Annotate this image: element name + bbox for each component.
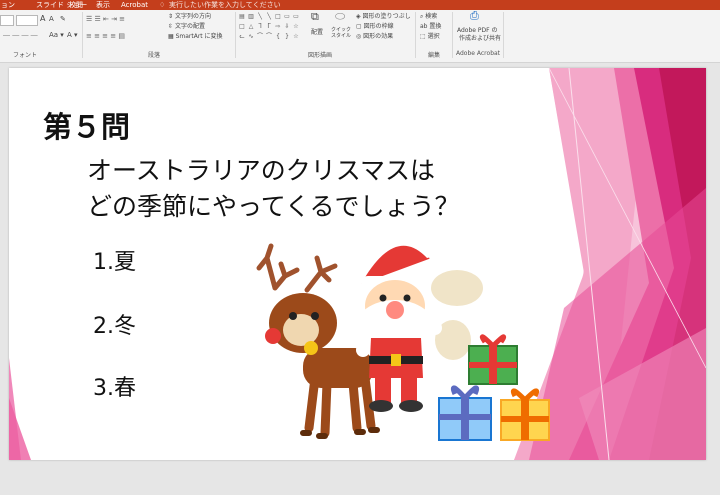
brace-shape-icon: } [285,33,289,40]
textbox-shape-icon: ▤ [239,13,245,20]
arrange-button[interactable]: 配置 [311,29,323,37]
freeform-shape-icon: ∿ [248,33,254,40]
tab-acrobat[interactable]: Acrobat [121,0,148,10]
rectangle-shape-icon: □ [275,13,281,20]
answer-option-3[interactable]: 3.春 [93,370,136,402]
green-gift-icon [468,334,518,385]
arrow-shape-icon: ⇩ [284,23,290,30]
list-buttons-row[interactable]: ☰ ☰ ⇤ ⇥ ≡ [86,15,125,23]
find-button[interactable]: ⌕ 検索 [420,13,437,21]
status-bar [0,462,720,495]
create-pdf-button-line2[interactable]: 作成および共有 [459,35,501,43]
create-pdf-button[interactable]: Adobe PDF の [457,27,497,35]
textbox-vertical-icon: ▥ [248,13,254,20]
slide-editor: 第５問 オーストラリアのクリスマスは どの季節にやってくるでしょう？ 1.夏 2… [0,63,720,495]
answer-option-2[interactable]: 2.冬 [93,308,136,340]
font-name-box[interactable] [0,15,14,26]
question-text-line1[interactable]: オーストラリアのクリスマスは [87,151,435,187]
group-label-drawing: 図形描画 [308,52,333,59]
ribbon: A A ✎ ― ― ― ― Aa ▾ A ▾ フォント ☰ ☰ ⇤ ⇥ ≡ ≡ … [0,10,720,63]
arc-shape-icon: ⌒ [256,33,263,40]
arrange-icon[interactable]: ⧉ [311,11,319,22]
group-label-editing: 編集 [428,52,441,59]
blue-gift-icon [438,385,492,441]
arc-shape-icon: ⌒ [265,33,272,40]
group-separator [452,12,453,58]
smartart-button[interactable]: ▦ SmartArt に変換 [168,33,223,41]
char-spacing-icon[interactable]: Aa ▾ [49,31,64,39]
star-shape-icon: ☆ [293,33,299,40]
line-shape-icon: ╲ [267,13,271,20]
christmas-clipart[interactable] [245,228,555,443]
replace-button[interactable]: ab 置換 [420,23,441,31]
santa-icon [355,245,483,412]
font-color-icon[interactable]: A ▾ [67,31,78,39]
elbow-shape-icon: ᒥ [267,23,271,30]
line-shape-icon: ╲ [258,13,262,20]
arrow-shape-icon: ⇨ [275,23,281,30]
curve-shape-icon: ᓚ [239,33,245,40]
slide-canvas[interactable]: 第５問 オーストラリアのクリスマスは どの季節にやってくるでしょう？ 1.夏 2… [9,68,706,460]
quick-styles-icon[interactable]: ⬭ [335,10,345,22]
group-separator [235,12,236,58]
answer-option-1[interactable]: 1.夏 [93,244,136,276]
shape-outline-button[interactable]: ▢ 図形の枠線 [356,23,394,31]
question-text-line2[interactable]: どの季節にやってくるでしょう？ [87,187,460,223]
tab-review[interactable]: 校閲 [69,0,83,10]
shrink-font-icon[interactable]: A [49,15,54,23]
group-separator [503,12,504,58]
align-text-button[interactable]: ⇳ 文字の配置 [168,23,205,31]
font-size-box[interactable] [16,15,38,26]
brace-shape-icon: { [276,33,280,40]
tell-me-box[interactable]: 実行したい作業を入力してください [169,0,281,10]
text-direction-button[interactable]: ⇕ 文字列の方向 [168,13,211,21]
pdf-create-icon[interactable]: ⎙ [470,10,479,21]
elbow-shape-icon: ᒣ [258,23,262,30]
tab-view[interactable]: 表示 [96,0,110,10]
group-separator [82,12,83,58]
tab-animation[interactable]: ョン [1,0,15,10]
yellow-gift-icon [500,388,550,441]
group-separator [415,12,416,58]
shape-effects-button[interactable]: ◎ 図形の効果 [356,33,393,41]
select-button[interactable]: ⬚ 選択 [420,33,440,41]
group-label-paragraph: 段落 [148,52,161,59]
quick-styles-button[interactable]: クイック スタイル [331,27,353,39]
align-buttons-row[interactable]: ≡ ≡ ≡ ≡ ▤ [86,32,125,40]
clear-format-icon[interactable]: ✎ [60,15,66,23]
group-label-font: フォント [13,52,38,59]
triangle-shape-icon: △ [248,23,254,30]
question-number[interactable]: 第５問 [43,104,130,146]
format-buttons-row[interactable]: ― ― ― ― [3,31,38,39]
shape-fill-button[interactable]: ◈ 図形の塗りつぶし [356,13,411,21]
rounded-rect-icon: ▭ [284,13,290,20]
star-shape-icon: ☆ [293,23,299,30]
grow-font-icon[interactable]: A [40,15,45,23]
menu-bar: ョン スライド ショー 校閲 表示 Acrobat ♢ 実行したい作業を入力して… [0,0,720,10]
shapes-gallery[interactable]: ▤ ▥ ╲ ╲ □ ▭ ▭ □ △ ᒣ ᒥ ⇨ ⇩ ☆ ᓚ ∿ ⌒ ⌒ { } … [238,13,304,45]
rectangle-shape-icon: ▭ [293,13,299,20]
group-label-acrobat: Adobe Acrobat [456,50,501,57]
lightbulb-icon: ♢ [159,1,166,9]
rect-shape-icon: □ [239,23,245,30]
